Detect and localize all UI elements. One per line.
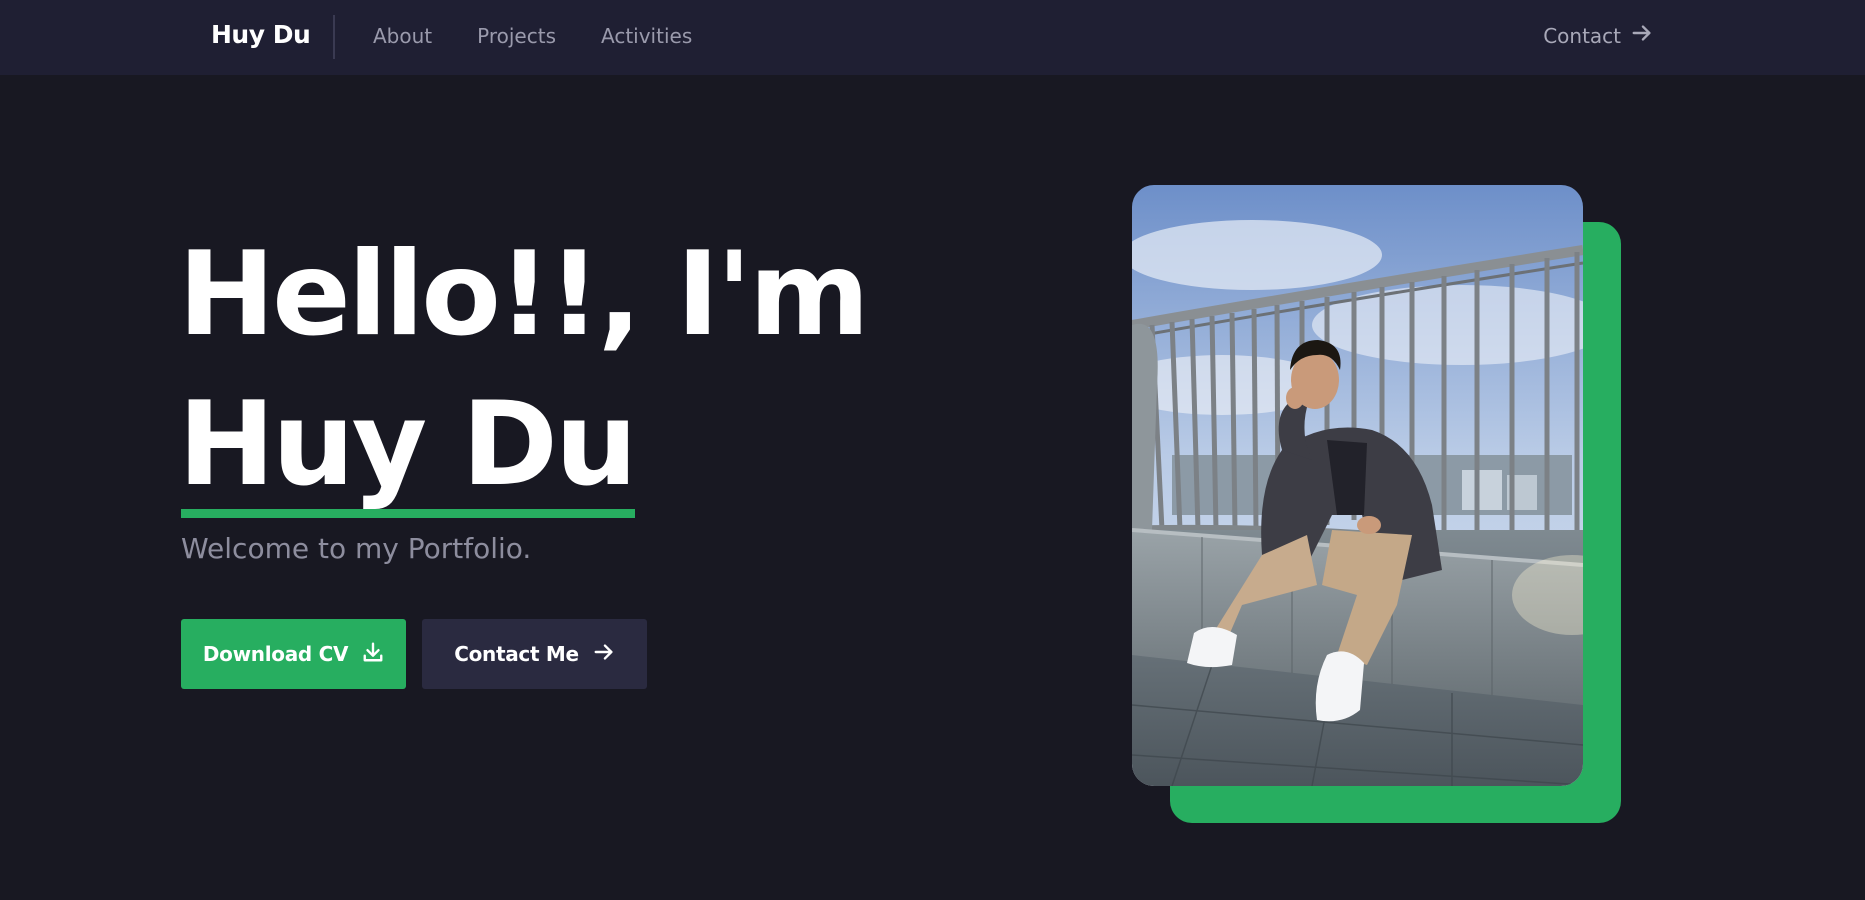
nav-link-activities[interactable]: Activities <box>601 24 692 48</box>
profile-photo <box>1132 185 1583 786</box>
brand-logo[interactable]: Huy Du <box>211 20 311 49</box>
download-cv-label: Download CV <box>202 642 349 666</box>
nav-links: About Projects Activities <box>373 24 692 48</box>
arrow-right-icon <box>1631 22 1653 49</box>
hero-name: Huy Du <box>178 370 638 520</box>
contact-me-label: Contact Me <box>454 642 579 666</box>
download-cv-button[interactable]: Download CV <box>181 619 406 689</box>
hero-heading: Hello!!, I'm Huy Du <box>178 220 870 520</box>
navbar: Huy Du About Projects Activities Contact <box>0 0 1865 75</box>
nav-contact-link[interactable]: Contact <box>1543 22 1653 49</box>
download-icon <box>362 641 384 668</box>
hero-subtitle: Welcome to my Portfolio. <box>181 532 532 565</box>
nav-contact-label: Contact <box>1543 23 1621 48</box>
nav-divider <box>333 15 335 59</box>
nav-link-about[interactable]: About <box>373 24 432 48</box>
arrow-right-icon <box>593 641 615 668</box>
nav-link-projects[interactable]: Projects <box>477 24 556 48</box>
hero-greeting: Hello!!, I'm <box>178 227 870 362</box>
contact-me-button[interactable]: Contact Me <box>422 619 647 689</box>
hero-name-text: Huy Du <box>178 377 638 512</box>
